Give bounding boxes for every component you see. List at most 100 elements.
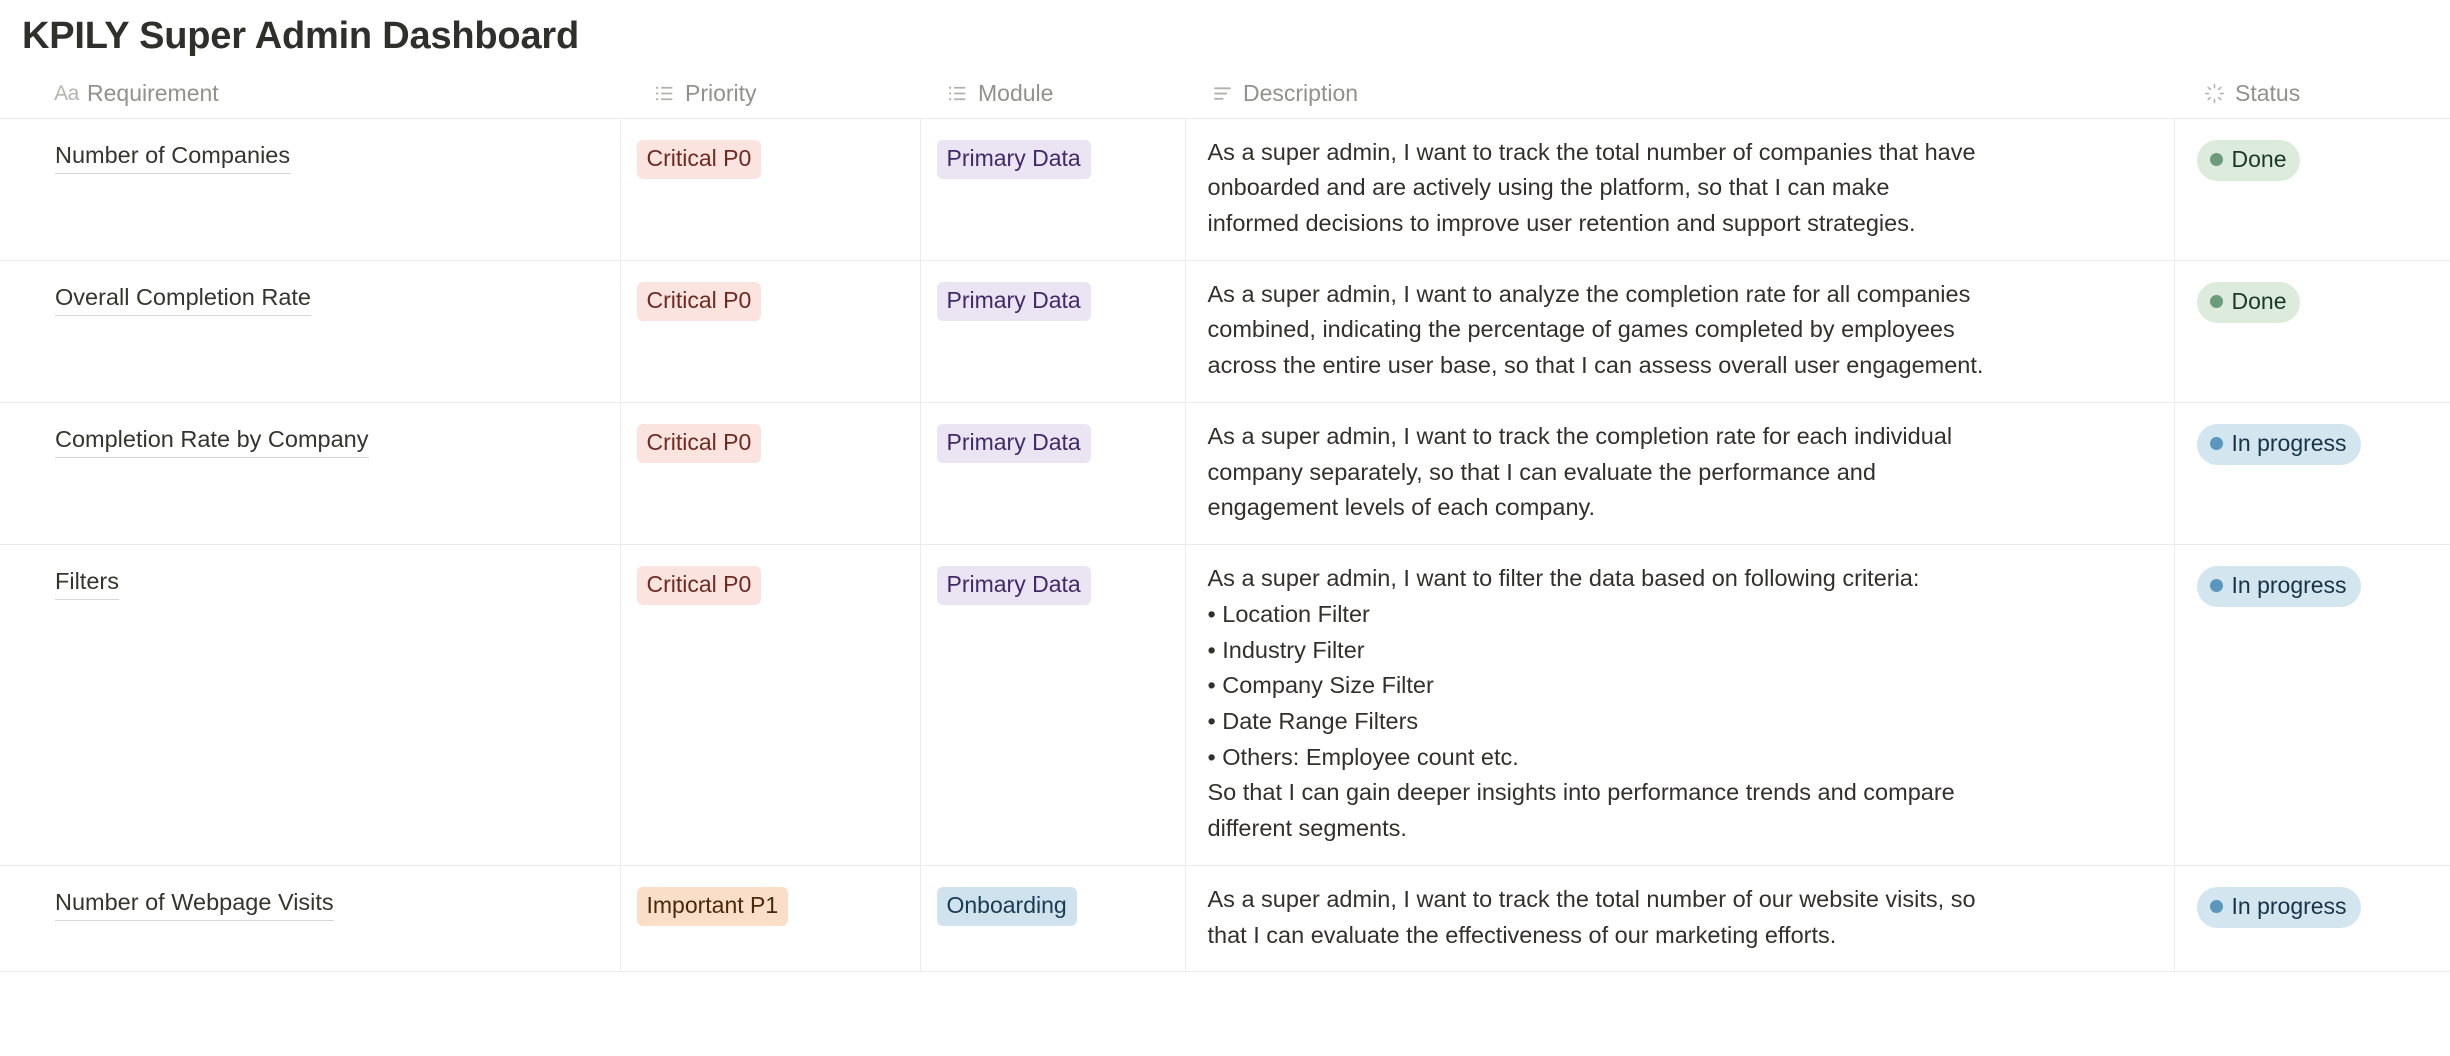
- cell-description: As a super admin, I want to track the to…: [1185, 865, 2175, 973]
- requirement-link[interactable]: Number of Companies: [55, 141, 291, 174]
- cell-priority: Critical P0: [620, 118, 921, 261]
- table-row[interactable]: Filters Critical P0 Primary Data As a super…: [0, 544, 2450, 866]
- cell-description: As a super admin, I want to track the to…: [1185, 118, 2175, 261]
- module-tag[interactable]: Primary Data: [936, 566, 1091, 606]
- status-spinner-icon: [2203, 82, 2226, 105]
- description-line: As a super admin, I want to track the to…: [1207, 885, 1976, 912]
- status-dot-icon: [2209, 152, 2223, 166]
- priority-tag[interactable]: Critical P0: [636, 423, 762, 463]
- status-label: Done: [2231, 145, 2287, 172]
- status-label: In progress: [2231, 429, 2347, 456]
- table-row[interactable]: Overall Completion Rate Critical P0 Primar…: [0, 260, 2450, 403]
- select-list-icon: [653, 82, 676, 105]
- cell-requirement: Number of Companies: [0, 118, 621, 261]
- description-line: • Others: Employee count etc.: [1207, 743, 1519, 770]
- cell-status: Done: [2174, 118, 2450, 261]
- title-aa-icon: Aa: [54, 81, 79, 105]
- cell-status: Done: [2174, 260, 2450, 403]
- column-header-module[interactable]: Module: [920, 79, 1185, 119]
- description-text[interactable]: As a super admin, I want to track the co…: [1186, 403, 2174, 544]
- table-row[interactable]: Number of Companies Critical P0 Primary Da…: [0, 118, 2450, 261]
- description-line: across the entire user base, so that I c…: [1207, 352, 1984, 379]
- description-line: engagement levels of each company.: [1207, 494, 1596, 521]
- cell-requirement: Overall Completion Rate: [0, 260, 621, 403]
- column-header-description-label: Description: [1243, 79, 1359, 106]
- description-line: So that I can gain deeper insights into …: [1207, 779, 1955, 806]
- status-dot-icon: [2209, 899, 2223, 913]
- description-text[interactable]: As a super admin, I want to track the to…: [1186, 119, 2174, 260]
- priority-tag[interactable]: Critical P0: [636, 139, 762, 179]
- cell-description: As a super admin, I want to analyze the …: [1185, 260, 2175, 403]
- requirement-link[interactable]: Completion Rate by Company: [55, 425, 369, 459]
- status-dot-icon: [2209, 294, 2223, 308]
- module-tag[interactable]: Primary Data: [936, 281, 1091, 321]
- status-dot-icon: [2209, 436, 2223, 450]
- column-header-requirement[interactable]: Aa Requirement: [0, 79, 620, 119]
- cell-status: In progress: [2174, 402, 2450, 546]
- module-tag[interactable]: Primary Data: [936, 423, 1091, 463]
- cell-module: Primary Data: [920, 544, 1186, 866]
- cell-description: As a super admin, I want to track the co…: [1185, 402, 2175, 546]
- description-line: As a super admin, I want to analyze the …: [1207, 280, 1971, 307]
- cell-priority: Critical P0: [620, 544, 921, 866]
- cell-module: Primary Data: [920, 402, 1186, 546]
- priority-tag[interactable]: Critical P0: [636, 281, 762, 321]
- description-line: As a super admin, I want to track the to…: [1207, 138, 1976, 165]
- priority-tag[interactable]: Critical P0: [636, 566, 762, 606]
- description-line: • Location Filter: [1207, 600, 1370, 627]
- table-body: Number of Companies Critical P0 Primary Da…: [0, 118, 2450, 973]
- table-row[interactable]: Number of Webpage Visits Important P1 Onbo…: [0, 865, 2450, 973]
- cell-description: As a super admin, I want to filter the d…: [1185, 544, 2175, 866]
- description-line: combined, indicating the percentage of g…: [1207, 316, 1955, 343]
- description-text[interactable]: As a super admin, I want to analyze the …: [1186, 261, 2174, 402]
- column-header-module-label: Module: [978, 79, 1054, 106]
- description-line: • Industry Filter: [1207, 636, 1365, 663]
- column-header-description[interactable]: Description: [1185, 79, 2174, 119]
- table-row[interactable]: Completion Rate by Company Critical P0 Pri…: [0, 402, 2450, 546]
- select-list-icon: [946, 82, 969, 105]
- description-line: informed decisions to improve user reten…: [1207, 210, 1916, 237]
- cell-status: In progress: [2174, 544, 2450, 866]
- status-badge[interactable]: Done: [2196, 281, 2301, 323]
- status-label: Done: [2231, 287, 2287, 314]
- column-header-priority[interactable]: Priority: [620, 79, 920, 119]
- requirements-table: Aa Requirement Priority Module Descripti…: [0, 79, 2450, 973]
- status-badge[interactable]: In progress: [2196, 886, 2361, 928]
- cell-module: Onboarding: [920, 865, 1186, 973]
- description-line: company separately, so that I can evalua…: [1207, 458, 1876, 485]
- description-line: different segments.: [1207, 815, 1407, 842]
- status-label: In progress: [2231, 572, 2347, 599]
- dashboard-page: KPILY Super Admin Dashboard Aa Requireme…: [0, 0, 2450, 1056]
- status-badge[interactable]: Done: [2196, 139, 2301, 181]
- status-badge[interactable]: In progress: [2196, 423, 2361, 465]
- column-header-status-label: Status: [2235, 79, 2301, 106]
- requirement-link[interactable]: Filters: [55, 567, 119, 601]
- description-text[interactable]: As a super admin, I want to track the to…: [1186, 866, 2174, 971]
- table-header: Aa Requirement Priority Module Descripti…: [0, 79, 2450, 119]
- status-badge[interactable]: In progress: [2196, 566, 2361, 608]
- cell-requirement: Filters: [0, 544, 621, 866]
- cell-requirement: Completion Rate by Company: [0, 402, 621, 546]
- module-tag[interactable]: Onboarding: [936, 886, 1077, 926]
- status-label: In progress: [2231, 892, 2347, 919]
- description-line: As a super admin, I want to filter the d…: [1207, 565, 1920, 592]
- cell-priority: Critical P0: [620, 402, 921, 546]
- column-header-priority-label: Priority: [685, 79, 757, 106]
- status-dot-icon: [2209, 579, 2223, 593]
- requirement-link[interactable]: Overall Completion Rate: [55, 283, 311, 317]
- column-header-status[interactable]: Status: [2174, 79, 2450, 119]
- column-header-requirement-label: Requirement: [87, 79, 219, 106]
- description-line: • Company Size Filter: [1207, 672, 1434, 699]
- description-line: • Date Range Filters: [1207, 707, 1419, 734]
- page-title: KPILY Super Admin Dashboard: [22, 15, 579, 57]
- requirement-link[interactable]: Number of Webpage Visits: [55, 888, 334, 922]
- cell-module: Primary Data: [920, 260, 1186, 403]
- cell-priority: Critical P0: [620, 260, 921, 403]
- module-tag[interactable]: Primary Data: [936, 139, 1091, 179]
- description-text[interactable]: As a super admin, I want to filter the d…: [1186, 545, 2174, 865]
- description-line: that I can evaluate the effectiveness of…: [1207, 921, 1837, 948]
- priority-tag[interactable]: Important P1: [636, 886, 789, 926]
- cell-module: Primary Data: [920, 118, 1186, 261]
- description-line: onboarded and are actively using the pla…: [1207, 174, 1890, 201]
- header-row: Aa Requirement Priority Module Descripti…: [0, 79, 2450, 119]
